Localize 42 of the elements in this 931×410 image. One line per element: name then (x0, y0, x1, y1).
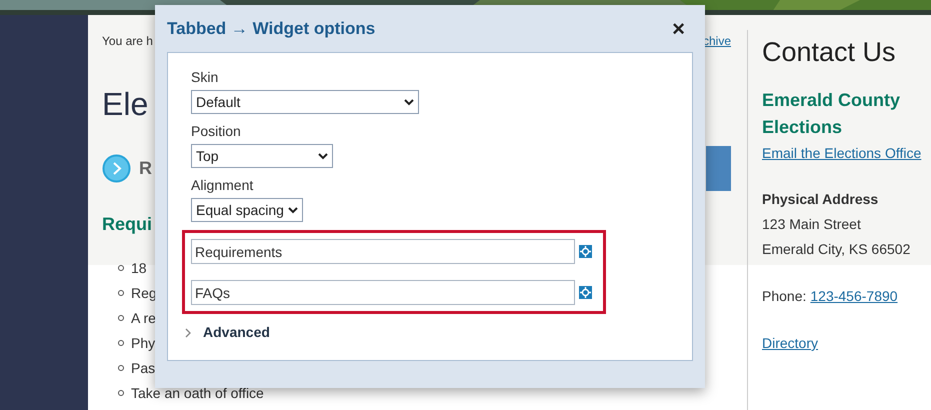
phone-label: Phone: (762, 287, 806, 306)
field-label: Alignment (191, 176, 254, 194)
bullet-icon (118, 365, 124, 371)
target-icon-button[interactable] (579, 245, 592, 258)
directory-link[interactable]: Directory (762, 333, 818, 354)
email-link[interactable]: Email the Elections Office (762, 143, 922, 164)
org-name: Emerald County Elections (762, 89, 902, 139)
select-field[interactable]: Top (191, 144, 333, 168)
list-item: Take an oath of office (131, 384, 264, 402)
address-line: Emerald City, KS 66502 (762, 240, 912, 259)
section-link[interactable]: R (139, 155, 152, 182)
list-item: Phy (131, 334, 156, 353)
bullet-icon (118, 265, 124, 271)
chevron-right-icon (185, 328, 192, 338)
list-item: Pas (131, 358, 156, 378)
field-label: Skin (191, 68, 220, 86)
section-heading: Requi (102, 213, 152, 236)
dialog-title: Tabbed → Widget options (167, 18, 376, 40)
bullet-icon (118, 290, 124, 296)
chevron-down-icon (318, 152, 328, 160)
advanced-toggle[interactable]: Advanced (185, 322, 270, 343)
select-field[interactable]: Default (191, 90, 419, 114)
address-label: Physical Address (762, 190, 880, 209)
breadcrumb-text: You are h (102, 33, 153, 50)
list-item: 18 (131, 258, 147, 278)
target-icon-button[interactable] (579, 286, 592, 299)
contact-title: Contact Us (762, 36, 897, 69)
tab-title-field[interactable]: Requirements (191, 239, 575, 264)
field-label: Position (191, 122, 242, 140)
chevron-circle-icon (102, 154, 131, 183)
bullet-icon (118, 340, 124, 346)
chevron-down-icon (288, 206, 298, 214)
phone-link[interactable]: 123-456-7890 (810, 286, 898, 307)
chevron-down-icon (404, 98, 414, 106)
close-button[interactable]: × (672, 18, 685, 40)
bullet-icon (118, 390, 124, 396)
page-title: Ele (102, 85, 148, 124)
list-item: A re (131, 308, 156, 328)
select-field[interactable]: Equal spacing (191, 198, 303, 222)
address-line: 123 Main Street (762, 215, 862, 234)
bullet-icon (118, 315, 124, 321)
tab-title-field[interactable]: FAQs (191, 280, 575, 305)
